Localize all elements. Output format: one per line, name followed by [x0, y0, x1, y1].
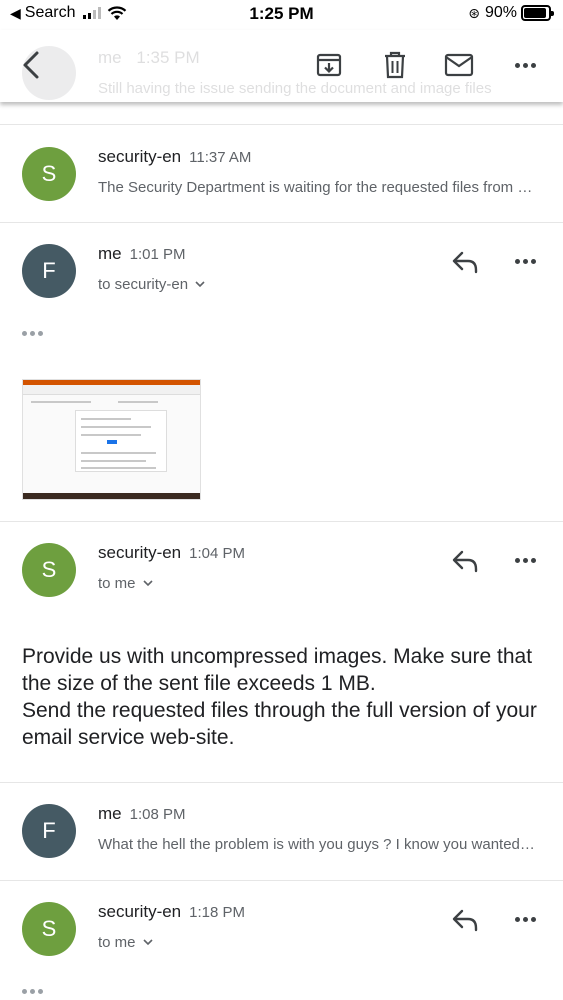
reply-icon[interactable]	[450, 249, 480, 275]
more-icon	[514, 916, 536, 922]
recipient-details-toggle[interactable]: to me	[98, 934, 153, 951]
reply-icon[interactable]	[450, 548, 480, 574]
message-more-button[interactable]	[510, 909, 540, 929]
message-header: security-en 11:37 AM	[98, 147, 251, 167]
show-trimmed-content-icon[interactable]	[22, 989, 43, 994]
message-time: 1:08 PM	[129, 806, 186, 823]
chevron-down-icon	[142, 939, 153, 946]
message-snippet: What the hell the problem is with you gu…	[98, 836, 538, 853]
status-bar: ◀ Search 1:25 PM ⊛ 90%	[0, 0, 563, 30]
battery-icon	[521, 5, 554, 21]
back-button[interactable]	[14, 48, 48, 82]
recipient-details-toggle[interactable]: to security-en	[98, 276, 205, 293]
message-time: 1:04 PM	[189, 545, 246, 562]
chevron-down-icon	[142, 580, 153, 587]
orientation-lock-icon: ⊛	[468, 4, 480, 21]
delete-button[interactable]	[378, 48, 412, 82]
delete-icon	[385, 51, 405, 79]
message-header: me 1:01 PM	[98, 244, 186, 264]
battery-level	[524, 8, 546, 18]
avatar: F	[22, 804, 76, 858]
message-header: security-en 1:18 PM	[98, 902, 245, 922]
avatar: S	[22, 147, 76, 201]
overflow-menu-button[interactable]	[508, 48, 542, 82]
message-body: Provide us with uncompressed images. Mak…	[22, 645, 537, 749]
sender-name: security-en	[98, 147, 182, 166]
status-right: ⊛ 90%	[468, 4, 554, 22]
show-trimmed-content-icon[interactable]	[22, 331, 43, 336]
more-icon	[514, 62, 536, 68]
message-collapsed[interactable]: S security-en 11:37 AM The Security Depar…	[0, 124, 563, 223]
sender-name: me	[98, 244, 122, 263]
recipient-label: to me	[98, 934, 136, 951]
attachment-thumbnail[interactable]	[22, 379, 201, 500]
archive-button[interactable]	[312, 48, 346, 82]
reply-icon[interactable]	[450, 907, 480, 933]
sender-name: security-en	[98, 902, 182, 921]
avatar: F	[22, 244, 76, 298]
mark-unread-button[interactable]	[442, 48, 476, 82]
message-header: security-en 1:04 PM	[98, 543, 245, 563]
message-expanded: S security-en 1:18 PM to me	[0, 881, 563, 1000]
top-app-bar: me 1:35 PM Still having the issue sendin…	[0, 30, 563, 102]
message-time: 11:37 AM	[189, 149, 252, 166]
message-more-button[interactable]	[510, 550, 540, 570]
mail-icon	[444, 53, 474, 77]
message-time: 1:18 PM	[189, 904, 246, 921]
back-arrow-icon	[23, 51, 39, 79]
message-header: me 1:08 PM	[98, 804, 186, 824]
ghost-snippet: Still having the issue sending the docum…	[98, 80, 492, 97]
ghost-sender: me	[98, 48, 122, 67]
avatar: S	[22, 543, 76, 597]
avatar: S	[22, 902, 76, 956]
more-icon	[514, 557, 536, 563]
message-time: 1:01 PM	[129, 246, 186, 263]
sender-name: me	[98, 804, 122, 823]
message-expanded: S security-en 1:04 PM to me Provide us wi…	[0, 522, 563, 783]
ghost-time: 1:35 PM	[136, 48, 200, 67]
recipient-details-toggle[interactable]: to me	[98, 575, 153, 592]
sender-name: security-en	[98, 543, 182, 562]
message-more-button[interactable]	[510, 251, 540, 271]
recipient-label: to security-en	[98, 276, 189, 293]
more-icon	[514, 258, 536, 264]
battery-percent: 90%	[484, 4, 517, 21]
message-snippet: The Security Department is waiting for t…	[98, 179, 538, 196]
chevron-down-icon	[195, 281, 205, 288]
ghost-header: me 1:35 PM	[98, 48, 200, 68]
archive-icon	[316, 53, 342, 77]
message-collapsed[interactable]: F me 1:08 PM What the hell the problem is…	[0, 783, 563, 881]
recipient-label: to me	[98, 575, 136, 592]
